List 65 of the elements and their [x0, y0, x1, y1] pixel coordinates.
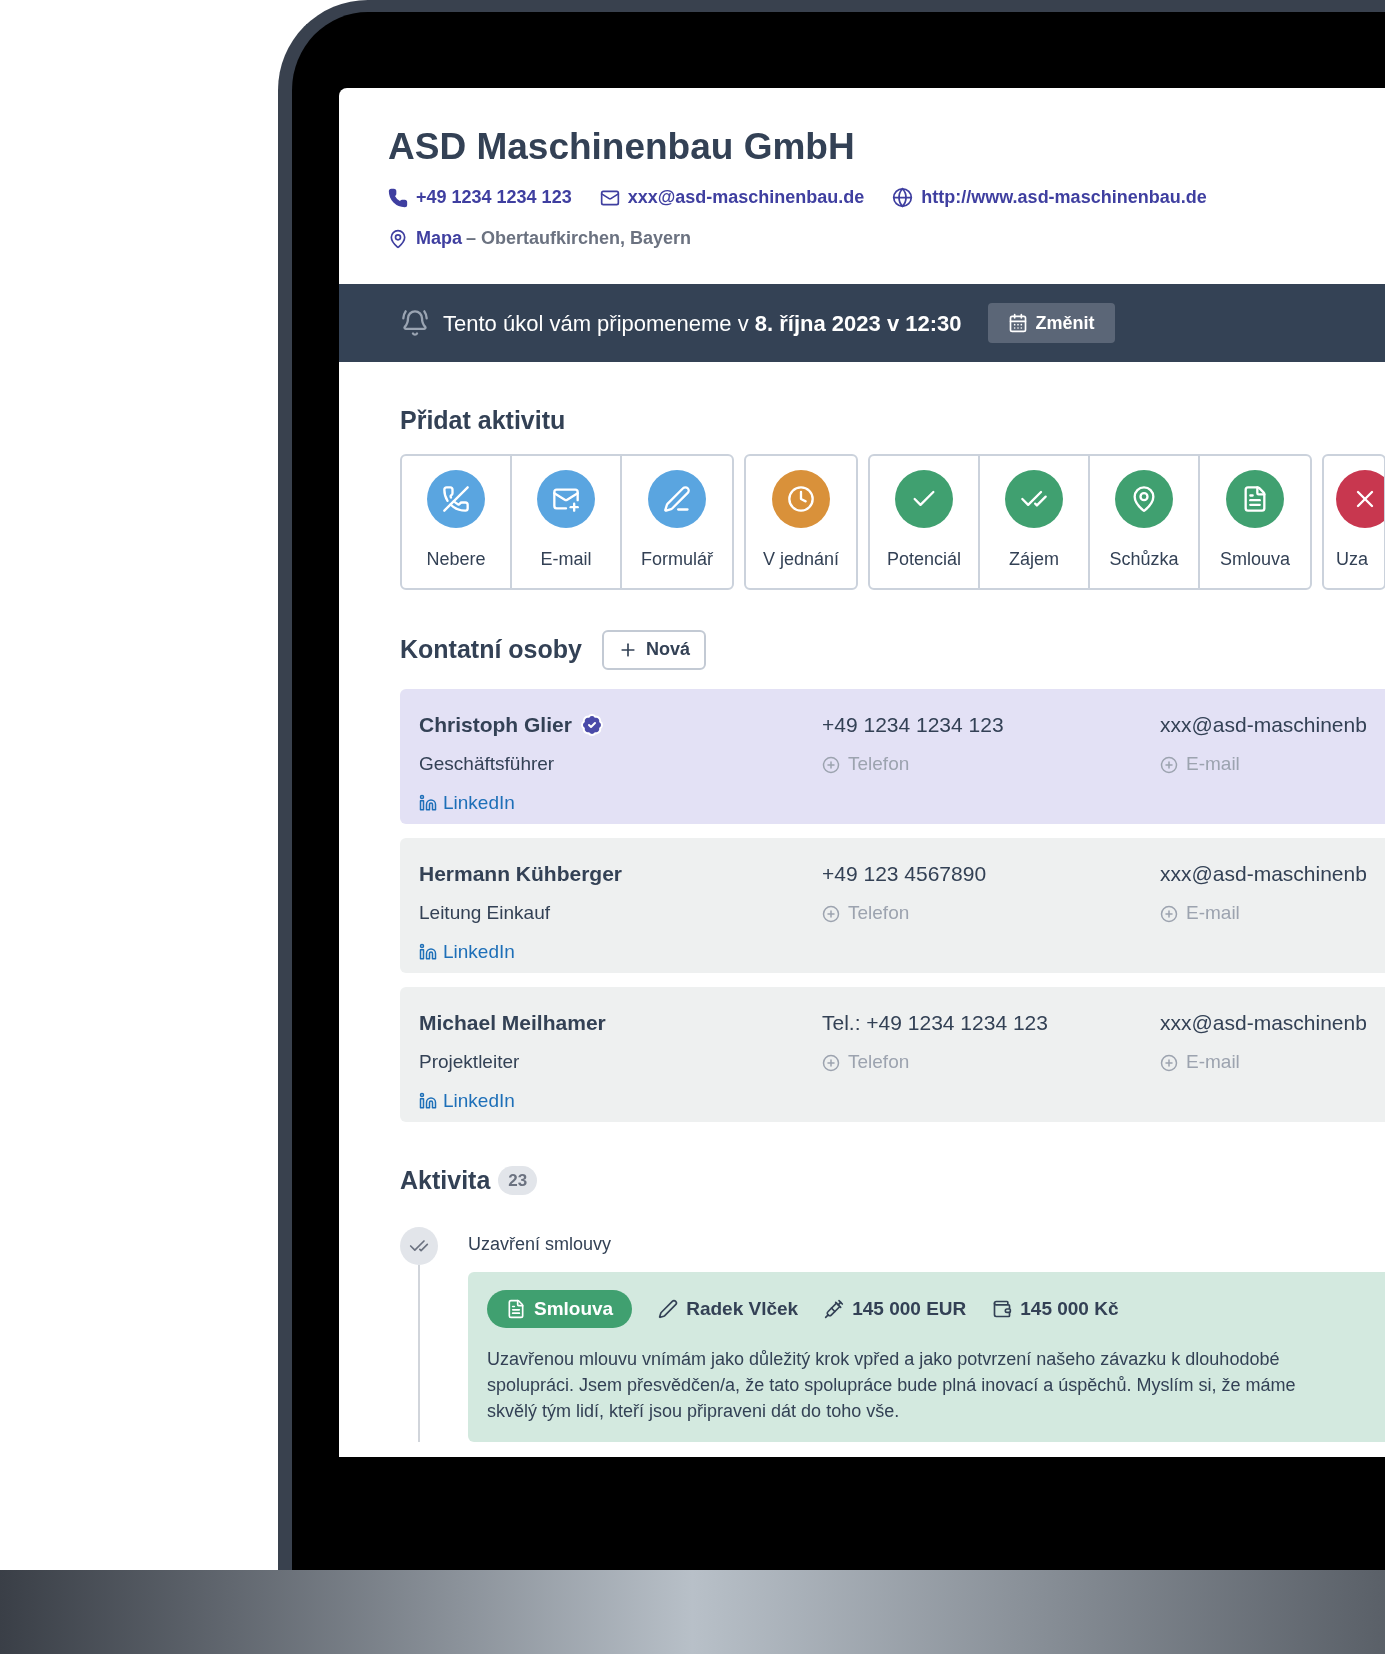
- linkedin-icon: [419, 1092, 437, 1110]
- location-text: – Obertaufkirchen, Bayern: [466, 227, 692, 251]
- linkedin-icon: [419, 943, 437, 961]
- change-button[interactable]: Změnit: [987, 303, 1115, 344]
- linkedin-icon: [419, 794, 437, 812]
- linkedin-link[interactable]: LinkedIn: [443, 1086, 515, 1116]
- contact-role: Projektleiter: [419, 1050, 521, 1075]
- activity-type-button[interactable]: Potenciál: [870, 455, 980, 588]
- calendar-icon: [1007, 313, 1028, 334]
- count-badge: 23: [498, 1165, 538, 1196]
- section-heading: Kontatní osoby: [400, 634, 582, 665]
- double-check-icon: [400, 1227, 438, 1266]
- company-name: ASD Maschinenbau GmbH: [388, 125, 856, 169]
- activity-note: Uzavřenou mlouvu vnímám jako důležitý krok vpřed a jako potvrzení našeho závazku k dlouhodobé spolupráci. Jsem přesvědčen/a, že tato spolupráce bude plná inovací a úspěchů. Myslím si, že máme skvělý tým lidí, kteří jsou připraveni dát do toho vše.: [487, 1348, 1297, 1424]
- plus-circle-icon: [822, 1053, 840, 1072]
- contact-phone: +49 123 4567890: [822, 860, 988, 887]
- contact-card[interactable]: Michael Meilhamer Projektleiter LinkedIn Tel.: +49 1234 1234 123 Telefon xxx@asd-maschinenb E-mail: [400, 986, 1385, 1122]
- activity-type-button[interactable]: Smlouva: [1200, 455, 1310, 588]
- activity-type-button[interactable]: Nebere: [402, 455, 512, 588]
- contact-email: xxx@asd-maschinenb: [1160, 711, 1367, 738]
- activity-type-button[interactable]: V jednání: [746, 455, 856, 588]
- syringe-icon: [824, 1299, 845, 1320]
- contact-email: xxx@asd-maschinenb: [1160, 1009, 1367, 1036]
- section-heading: Aktivita: [400, 1164, 491, 1196]
- tag-label: Smlouva: [534, 1297, 614, 1321]
- email-link[interactable]: xxx@asd-maschinenbau.de: [627, 184, 865, 212]
- contact-name: Michael Meilhamer: [419, 1009, 606, 1036]
- document-icon: [506, 1299, 526, 1320]
- contact-role: Geschäftsführer: [419, 752, 556, 777]
- contact-phone: +49 1234 1234 123: [822, 711, 1005, 738]
- wallet-icon: [992, 1299, 1013, 1320]
- activity-title: Uzavření smlouvy: [468, 1233, 613, 1257]
- plus-circle-icon: [1160, 755, 1178, 774]
- linkedin-link[interactable]: LinkedIn: [443, 788, 515, 818]
- website-link[interactable]: http://www.asd-maschinenbau.de: [921, 184, 1207, 212]
- new-contact-button[interactable]: Nová: [601, 629, 706, 670]
- map-link[interactable]: Mapa: [416, 225, 462, 253]
- linkedin-link[interactable]: LinkedIn: [443, 937, 515, 967]
- contact-email: xxx@asd-maschinenb: [1160, 860, 1367, 887]
- plus-circle-icon: [1160, 1053, 1178, 1072]
- author-name: Radek Vlček: [686, 1297, 799, 1321]
- contact-name: Christoph Glier: [419, 711, 572, 738]
- activity-type-button[interactable]: Uza: [1324, 455, 1384, 588]
- amount-czk: 145 000 Kč: [1020, 1297, 1119, 1321]
- activity-type-button[interactable]: Zájem: [980, 455, 1090, 588]
- plus-circle-icon: [822, 755, 840, 774]
- contact-name: Hermann Kühberger: [419, 860, 623, 887]
- activity-type-button[interactable]: Formulář: [622, 455, 732, 588]
- reminder-text: Tento úkol vám připomeneme v 8. října 2023 v 12:30: [443, 309, 962, 338]
- contact-role: Leitung Einkauf: [419, 901, 551, 926]
- pen-icon: [658, 1299, 679, 1320]
- activity-type-button[interactable]: E-mail: [512, 455, 622, 588]
- contact-card[interactable]: Hermann Kühberger Leitung Einkauf LinkedIn +49 123 4567890 Telefon xxx@asd-maschinenb E-mail: [400, 837, 1385, 973]
- contact-card[interactable]: Christoph Glier Geschäftsführer LinkedIn +49 1234 1234 123 Telefon xxx@asd-maschinenb E-mail: [400, 688, 1385, 824]
- phone-icon: [388, 187, 408, 208]
- globe-icon: [892, 187, 914, 209]
- section-heading: Přidat aktivitu: [400, 405, 567, 437]
- plus-circle-icon: [1160, 904, 1178, 923]
- bell-icon: [401, 309, 429, 338]
- plus-circle-icon: [822, 904, 840, 923]
- amount-eur: 145 000 EUR: [852, 1297, 967, 1321]
- phone-link[interactable]: +49 1234 1234 123: [416, 184, 572, 212]
- activity-type-button[interactable]: Schůzka: [1090, 455, 1200, 588]
- contact-phone: Tel.: +49 1234 1234 123: [822, 1009, 1049, 1036]
- location-icon: [388, 228, 408, 249]
